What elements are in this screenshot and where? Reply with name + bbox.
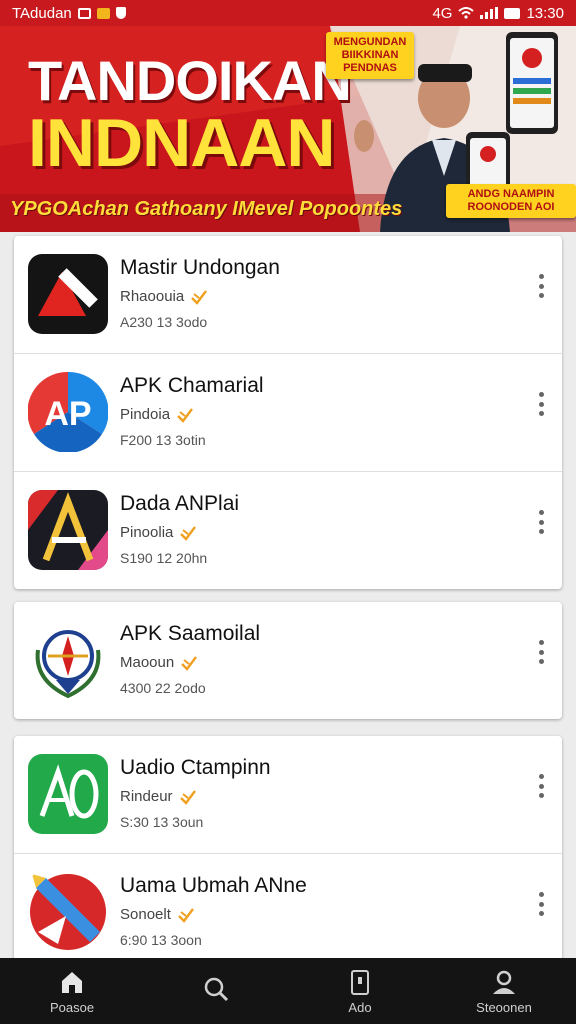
app-meta: S:30 13 3oun xyxy=(120,814,204,830)
nav-label: Ado xyxy=(348,999,372,1015)
wifi-icon xyxy=(458,7,475,19)
list-item[interactable]: Uama Ubmah ANne Sonoelt 6:90 13 3oon xyxy=(14,854,562,971)
app-name: APK Chamarial xyxy=(120,374,264,397)
app-name: Mastir Undongan xyxy=(120,256,280,279)
verified-icon xyxy=(180,525,197,541)
bottom-navigation: Poasoe Ado Steoonen xyxy=(0,958,576,1024)
svg-text:AP: AP xyxy=(44,395,91,433)
app-meta: 6:90 13 3oon xyxy=(120,932,202,948)
list-item[interactable]: Uadio Ctampinn Rindeur S:30 13 3oun xyxy=(14,736,562,854)
app-list-group: Uadio Ctampinn Rindeur S:30 13 3oun Uama… xyxy=(14,736,562,971)
app-name: APK Saamoilal xyxy=(120,622,261,645)
notification-icon xyxy=(77,7,91,19)
profile-icon xyxy=(493,970,515,994)
app-name: Uama Ubmah ANne xyxy=(120,874,307,897)
app-developer: Rhaoouia xyxy=(120,288,185,305)
promo-banner[interactable]: TANDOIKAN INDNAAN YPGOAchan Gathoany IMe… xyxy=(0,26,576,232)
banner-title-line2: INDNAAN xyxy=(28,105,336,181)
verified-icon xyxy=(181,655,198,671)
status-bar: TAdudan 4G 13:30 xyxy=(0,0,576,26)
home-icon xyxy=(62,971,82,993)
app-developer-row: Sonoelt xyxy=(120,906,195,923)
banner-badge-bottom: ANDG NAAMPIN ROONODEN AOI xyxy=(446,184,576,218)
red-pen-icon xyxy=(28,872,108,952)
app-developer: Pindoia xyxy=(120,406,171,423)
network-type: 4G xyxy=(432,4,453,22)
battery-icon xyxy=(504,7,521,19)
more-options-icon[interactable] xyxy=(536,640,546,664)
app-developer-row: Rindeur xyxy=(120,788,197,805)
letter-a-icon xyxy=(28,490,108,570)
nav-search[interactable] xyxy=(161,975,271,1007)
app-meta: 4300 22 2odo xyxy=(120,680,206,696)
app-developer-row: Maooun xyxy=(120,654,198,671)
more-options-icon[interactable] xyxy=(536,892,546,916)
more-options-icon[interactable] xyxy=(536,510,546,534)
verified-icon xyxy=(177,407,194,423)
nav-label: Steoonen xyxy=(476,999,532,1015)
banner-badge-top: MENGUNDAN BIIKKINAN PENDNAS xyxy=(326,32,414,79)
shield-icon xyxy=(115,7,126,19)
verified-icon xyxy=(191,289,208,305)
app-meta: S190 12 20hn xyxy=(120,550,208,566)
app-developer: Maooun xyxy=(120,654,175,671)
verified-icon xyxy=(178,907,194,923)
list-item[interactable]: APK Saamoilal Maooun 4300 22 2odo xyxy=(14,602,562,719)
app-developer-row: Pindoia xyxy=(120,406,194,423)
app-meta: F200 13 3otin xyxy=(120,432,206,448)
app-developer-row: Rhaoouia xyxy=(120,288,208,305)
green-ao-icon xyxy=(28,754,108,834)
app-name: Uadio Ctampinn xyxy=(120,756,271,779)
app-developer: Pinoolia xyxy=(120,524,174,541)
ap-logo-icon: AP xyxy=(28,372,108,452)
app-developer: Rindeur xyxy=(120,788,173,805)
list-item[interactable]: Dada ANPlai Pinoolia S190 12 20hn xyxy=(14,472,562,589)
search-icon xyxy=(204,977,229,1002)
nav-home[interactable]: Poasoe xyxy=(17,968,127,1015)
app-developer: Sonoelt xyxy=(120,906,171,923)
list-item[interactable]: AP APK Chamarial Pindoia F200 13 3otin xyxy=(14,354,562,472)
app-meta: A230 13 3odo xyxy=(120,314,208,330)
verified-icon xyxy=(179,789,196,805)
app-red-arrow-icon xyxy=(28,254,108,334)
phone-icon xyxy=(351,969,369,995)
signal-icon xyxy=(480,7,499,19)
app-name: Dada ANPlai xyxy=(120,492,240,515)
status-time: 13:30 xyxy=(526,4,564,22)
app-developer-row: Pinoolia xyxy=(120,524,197,541)
nav-apps[interactable]: Ado xyxy=(305,968,415,1015)
more-options-icon[interactable] xyxy=(536,274,546,298)
more-options-icon[interactable] xyxy=(536,392,546,416)
app-list-group: APK Saamoilal Maooun 4300 22 2odo xyxy=(14,602,562,719)
nav-label: Poasoe xyxy=(49,999,95,1015)
more-options-icon[interactable] xyxy=(536,774,546,798)
app-list-group: Mastir Undongan Rhaoouia A230 13 3odo AP… xyxy=(14,236,562,589)
banner-tagline: YPGOAchan Gathoany IMevel Popoontes xyxy=(10,198,403,220)
status-app-label: TAdudan xyxy=(12,4,72,22)
emblem-icon xyxy=(28,620,108,700)
nav-profile[interactable]: Steoonen xyxy=(449,968,559,1015)
list-item[interactable]: Mastir Undongan Rhaoouia A230 13 3odo xyxy=(14,236,562,354)
app-notification-icon xyxy=(96,7,110,19)
